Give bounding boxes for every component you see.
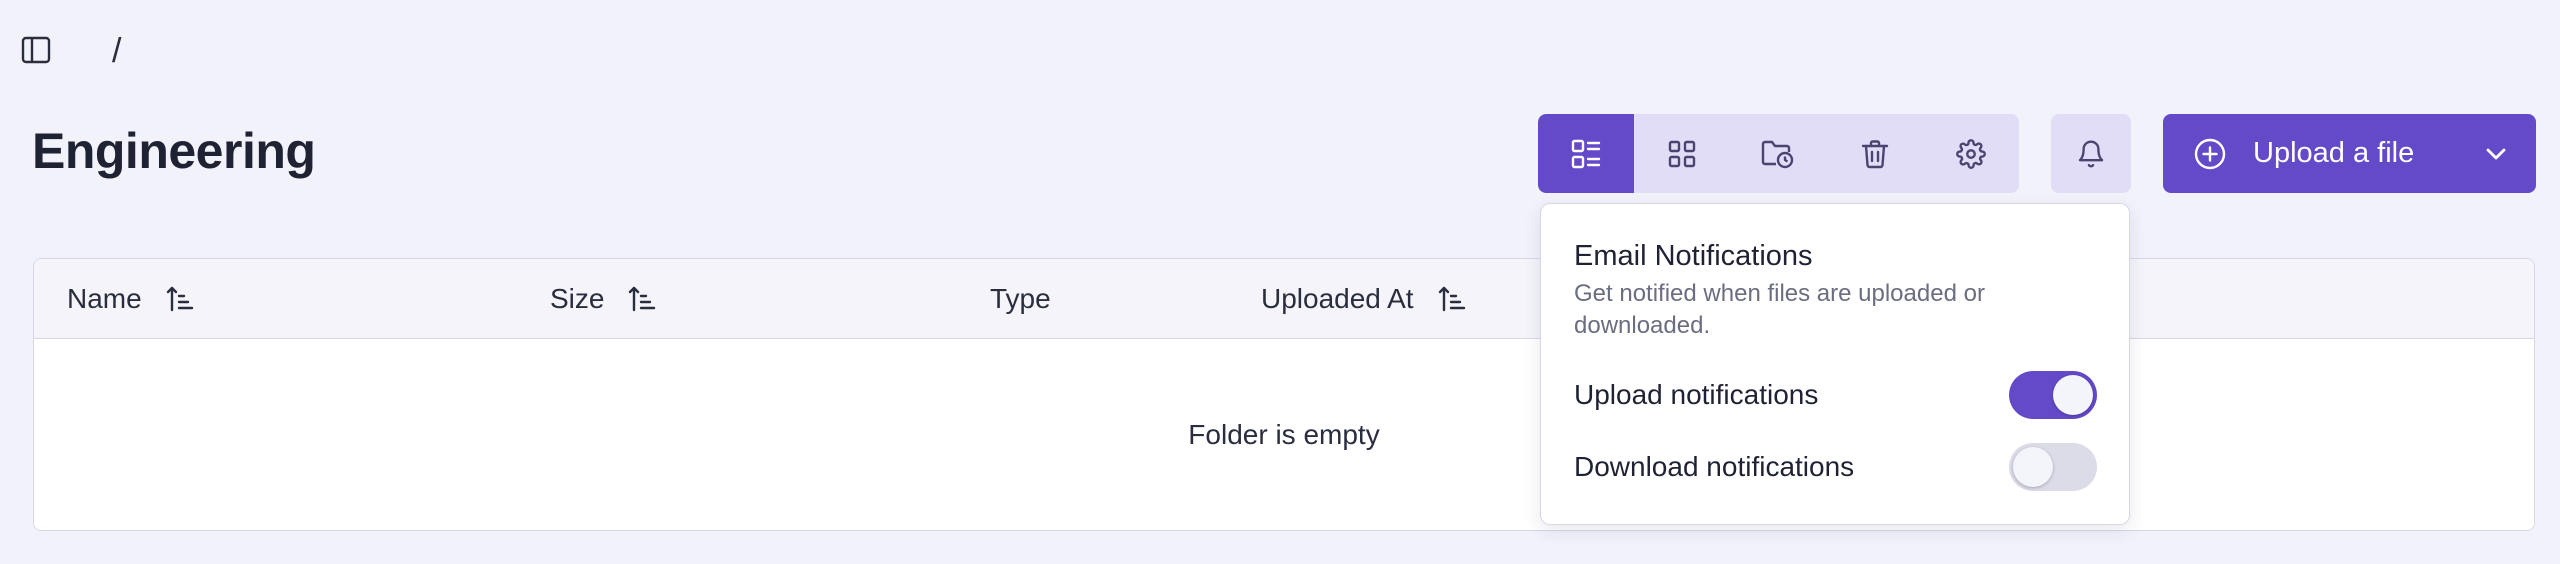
sort-ascending-icon[interactable] <box>1438 285 1466 313</box>
column-label: Uploaded At <box>1261 283 1414 314</box>
download-notifications-row: Download notifications <box>1574 442 2097 492</box>
toggle-knob <box>2013 447 2053 487</box>
settings-button[interactable] <box>1923 114 2019 193</box>
column-header-size[interactable]: Size <box>550 259 656 339</box>
column-header-uploaded-at[interactable]: Uploaded At <box>1261 259 1466 339</box>
upload-options-dropdown[interactable] <box>2456 114 2536 193</box>
grid-view-icon <box>1669 140 1696 167</box>
upload-file-label: Upload a file <box>2253 137 2415 169</box>
toggle-knob <box>2053 375 2093 415</box>
folder-clock-icon <box>1762 140 1794 168</box>
upload-file-main[interactable]: Upload a file <box>2163 114 2456 193</box>
plus-circle-icon <box>2194 138 2226 169</box>
table-header: Name Size Type Uploaded At <box>34 259 2534 339</box>
sort-ascending-icon[interactable] <box>628 285 656 313</box>
column-label: Name <box>67 283 142 314</box>
upload-file-button[interactable]: Upload a file <box>2163 114 2536 193</box>
upload-notifications-label: Upload notifications <box>1574 379 1819 410</box>
breadcrumb-separator: / <box>112 32 122 70</box>
list-view-icon <box>1571 139 1601 168</box>
column-header-type: Type <box>990 259 1051 339</box>
download-notifications-label: Download notifications <box>1574 451 1855 482</box>
page-title: Engineering <box>32 123 316 179</box>
view-toolbar <box>1538 114 2019 193</box>
list-view-button[interactable] <box>1538 114 1635 193</box>
recent-folder-button[interactable] <box>1730 114 1826 193</box>
trash-button[interactable] <box>1827 114 1923 193</box>
sidebar-panel-icon[interactable] <box>18 34 54 66</box>
file-browser-page: / Engineering Upload a file Name Size Ty… <box>0 0 2560 564</box>
grid-view-button[interactable] <box>1634 114 1730 193</box>
column-label: Type <box>990 283 1051 314</box>
download-notifications-toggle[interactable] <box>2009 443 2097 491</box>
bell-icon <box>2078 140 2104 167</box>
upload-notifications-toggle[interactable] <box>2009 371 2097 419</box>
upload-notifications-row: Upload notifications <box>1574 370 2097 420</box>
file-table: Name Size Type Uploaded At Folder is emp… <box>33 258 2535 531</box>
sort-ascending-icon[interactable] <box>166 285 194 313</box>
notifications-button[interactable] <box>2051 114 2131 193</box>
popover-description: Get notified when files are uploaded or … <box>1574 280 1985 339</box>
popover-title: Email Notifications <box>1574 240 1813 272</box>
trash-icon <box>1861 139 1888 168</box>
empty-state-message: Folder is empty <box>1188 418 1380 450</box>
notifications-popover: Email Notifications Get notified when fi… <box>1540 203 2130 525</box>
chevron-down-icon <box>2486 148 2506 159</box>
gear-icon <box>1955 138 1986 169</box>
column-header-name[interactable]: Name <box>67 259 194 339</box>
column-label: Size <box>550 283 605 314</box>
